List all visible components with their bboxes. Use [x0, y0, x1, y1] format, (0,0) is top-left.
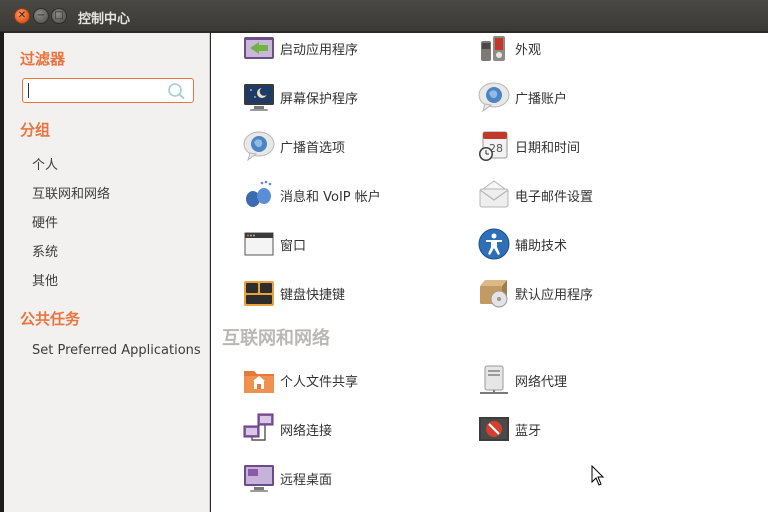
group-personal[interactable]: 个人: [32, 154, 58, 173]
item-label: 窗口: [280, 239, 307, 254]
item-label: 网络连接: [280, 424, 333, 439]
group-other[interactable]: 其他: [32, 270, 58, 289]
item-label: 消息和 VoIP 帐户: [280, 190, 381, 205]
title-bar: ✕ − □ 控制中心: [0, 0, 768, 32]
group-system[interactable]: 系统: [32, 241, 58, 260]
remote-desktop-icon: [244, 465, 274, 492]
broadcast-prefs-icon: [243, 131, 275, 162]
item-label: 屏幕保护程序: [280, 92, 359, 107]
search-input[interactable]: [22, 78, 194, 103]
broadcast-accounts-icon: [478, 82, 510, 113]
close-icon: ✕: [17, 10, 27, 21]
search-icon: [168, 83, 185, 100]
group-internet-network[interactable]: 互联网和网络: [32, 183, 110, 202]
keyboard-icon: [244, 281, 274, 306]
groups-heading: 分组: [20, 121, 51, 139]
item-label: 网络代理: [515, 375, 568, 390]
appearance-icon: [481, 36, 505, 61]
item-label: 默认应用程序: [515, 288, 594, 303]
tasks-heading: 公共任务: [20, 310, 81, 328]
window-title: 控制中心: [78, 12, 131, 27]
folder-share-icon: [244, 371, 274, 393]
item-label: 个人文件共享: [280, 375, 359, 390]
group-hardware[interactable]: 硬件: [32, 212, 58, 231]
item-label: 远程桌面: [280, 473, 333, 488]
item-label: 外观: [515, 43, 542, 58]
network-connections-icon: [243, 413, 274, 441]
item-label: 蓝牙: [515, 424, 542, 439]
mouse-pointer-icon: [591, 465, 605, 486]
main-panel: 启动应用程序 外观 屏幕保护程序 广播账户 广播首选项 28 日期和时间 消息和…: [211, 33, 768, 512]
item-label: 键盘快捷键: [280, 288, 346, 303]
item-label: 辅助技术: [515, 239, 568, 254]
filter-heading: 过滤器: [20, 50, 66, 68]
maximize-icon: □: [54, 10, 64, 21]
sidebar: 过滤器 分组 个人 互联网和网络 硬件 系统 其他 公共任务 Set Prefe…: [4, 33, 210, 512]
maximize-button[interactable]: □: [51, 8, 67, 24]
section-heading-internet: 互联网和网络: [222, 328, 330, 349]
accessibility-icon: [478, 228, 510, 260]
network-proxy-icon: [480, 365, 508, 394]
screensaver-icon: [244, 84, 274, 111]
messaging-icon: [246, 180, 272, 207]
email-icon: [479, 180, 509, 208]
text-caret: [28, 83, 29, 98]
bluetooth-icon: [479, 417, 509, 441]
item-label: 电子邮件设置: [515, 190, 594, 205]
item-label: 日期和时间: [515, 141, 581, 156]
calendar-clock-icon: 28: [479, 131, 508, 161]
item-label: 启动应用程序: [280, 43, 359, 58]
startup-apps-icon: [244, 37, 274, 59]
windows-icon: [244, 232, 274, 256]
item-label: 广播首选项: [280, 141, 346, 156]
minimize-icon: −: [36, 10, 46, 21]
minimize-button[interactable]: −: [33, 8, 49, 24]
close-button[interactable]: ✕: [14, 8, 30, 24]
item-label: 广播账户: [515, 92, 568, 107]
task-set-preferred-applications[interactable]: Set Preferred Applications: [32, 343, 201, 358]
default-apps-icon: [480, 280, 508, 308]
